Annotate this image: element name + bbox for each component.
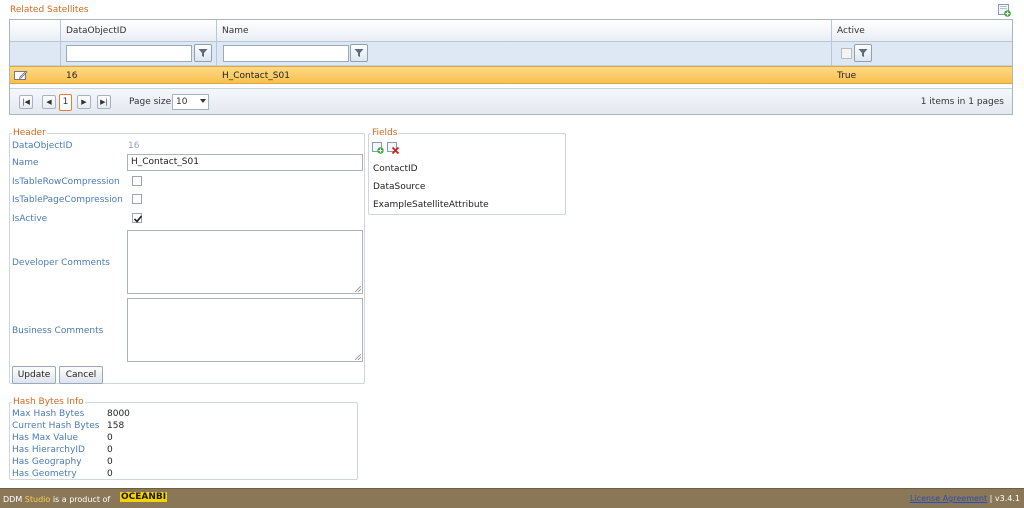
hash-bytes-fieldset: Hash Bytes Info Max Hash Bytes 8000 Curr…: [9, 397, 358, 480]
column-header-name[interactable]: Name: [222, 26, 249, 36]
product-suffix: is a product of: [52, 495, 111, 504]
last-page-button[interactable]: ▶|: [97, 95, 111, 109]
add-record-icon[interactable]: [998, 4, 1011, 17]
filter-checkbox-active[interactable]: [841, 48, 852, 59]
has-hierarchyid-value: 0: [107, 445, 113, 455]
is-active-label: IsActive: [12, 214, 48, 224]
section-title: Related Satellites: [10, 5, 89, 15]
cell-active: True: [837, 71, 857, 81]
page-compression-checkbox[interactable]: [132, 194, 142, 204]
developer-comments-textarea[interactable]: [127, 230, 363, 294]
max-hash-bytes-label: Max Hash Bytes: [12, 409, 85, 419]
page-size-select[interactable]: 10: [172, 94, 209, 110]
version-label: | v3.4.1: [989, 494, 1020, 503]
dataobjectid-label: DataObjectID: [12, 141, 73, 151]
license-agreement-link[interactable]: License Agreement: [910, 494, 987, 503]
fields-legend: Fields: [371, 128, 399, 138]
filter-input-name[interactable]: [223, 45, 349, 62]
business-comments-textarea[interactable]: [127, 298, 363, 362]
delete-field-icon[interactable]: [387, 142, 399, 154]
add-field-icon[interactable]: [372, 142, 384, 154]
resize-handle-icon[interactable]: [355, 286, 361, 292]
hash-bytes-legend: Hash Bytes Info: [12, 397, 85, 407]
fields-fieldset: Fields ContactID DataSource ExampleSatel…: [368, 128, 566, 215]
resize-handle-icon[interactable]: [355, 354, 361, 360]
update-button[interactable]: Update: [12, 366, 56, 384]
edit-icon[interactable]: [14, 70, 28, 81]
table-row[interactable]: 16 H_Contact_S01 True: [10, 66, 1012, 84]
current-hash-bytes-value: 158: [107, 421, 125, 431]
list-item[interactable]: ContactID: [373, 164, 418, 174]
filter-button-name[interactable]: [350, 44, 368, 62]
has-geometry-label: Has Geometry: [12, 469, 77, 479]
is-active-checkbox[interactable]: [132, 213, 143, 223]
row-compression-checkbox[interactable]: [132, 176, 142, 186]
checkmark-icon: [133, 215, 143, 223]
related-satellites-grid: DataObjectID Name Active 16 H_Contact_S0…: [9, 19, 1013, 115]
column-header-dataobjectid[interactable]: DataObjectID: [66, 26, 126, 36]
name-label: Name: [12, 158, 39, 168]
cell-dataobjectid: 16: [66, 71, 78, 81]
next-page-button[interactable]: ▶: [77, 95, 91, 109]
prev-page-button[interactable]: ◀: [42, 95, 56, 109]
dataobjectid-value: 16: [128, 141, 140, 151]
has-max-value-value: 0: [107, 433, 113, 443]
filter-icon: [198, 49, 208, 57]
page-number-button[interactable]: 1: [59, 94, 72, 111]
name-input[interactable]: H_Contact_S01: [127, 154, 363, 171]
list-item[interactable]: DataSource: [373, 182, 425, 192]
filter-icon: [354, 49, 364, 57]
filter-icon: [858, 49, 868, 57]
has-geography-label: Has Geography: [12, 457, 82, 467]
max-hash-bytes-value: 8000: [107, 409, 130, 419]
has-geography-value: 0: [107, 457, 113, 467]
has-max-value-label: Has Max Value: [12, 433, 79, 443]
grid-pager: |◀ ◀ 1 ▶ ▶| Page size: 10 1 items in 1 p…: [10, 88, 1012, 114]
list-item[interactable]: ExampleSatelliteAttribute: [373, 200, 489, 210]
footer: DDM Studio is a product of OCEANBI Licen…: [0, 488, 1024, 508]
developer-comments-label: Developer Comments: [12, 258, 110, 268]
filter-button-active[interactable]: [854, 44, 872, 62]
page-size-label: Page size:: [129, 97, 175, 107]
header-legend: Header: [12, 128, 47, 138]
cell-name: H_Contact_S01: [222, 71, 290, 81]
product-brand: Studio: [24, 495, 51, 504]
chevron-down-icon: [200, 99, 206, 103]
filter-input-dataobjectid[interactable]: [66, 45, 192, 62]
has-hierarchyid-label: Has HierarchyID: [12, 445, 85, 455]
product-prefix: DDM: [3, 495, 23, 504]
oceanbi-logo[interactable]: OCEANBI: [120, 492, 168, 502]
grid-filter-row: [10, 42, 1012, 66]
first-page-button[interactable]: |◀: [19, 95, 33, 109]
footer-right: License Agreement | v3.4.1: [910, 494, 1020, 503]
grid-header: DataObjectID Name Active: [10, 20, 1012, 42]
has-geometry-value: 0: [107, 469, 113, 479]
current-hash-bytes-label: Current Hash Bytes: [12, 421, 100, 431]
logo-text: OCEANBI: [120, 492, 168, 502]
header-fieldset: Header DataObjectID 16 Name H_Contact_S0…: [9, 128, 365, 384]
row-compression-label: IsTableRowCompression: [12, 177, 120, 187]
footer-product-text: DDM Studio is a product of: [3, 495, 110, 504]
cancel-button[interactable]: Cancel: [59, 366, 103, 384]
page-compression-label: IsTablePageCompression: [12, 195, 123, 205]
page-size-value: 10: [176, 97, 188, 107]
pager-info: 1 items in 1 pages: [920, 97, 1004, 107]
business-comments-label: Business Comments: [12, 326, 104, 336]
filter-button-dataobjectid[interactable]: [194, 44, 212, 62]
column-header-active[interactable]: Active: [837, 26, 865, 36]
